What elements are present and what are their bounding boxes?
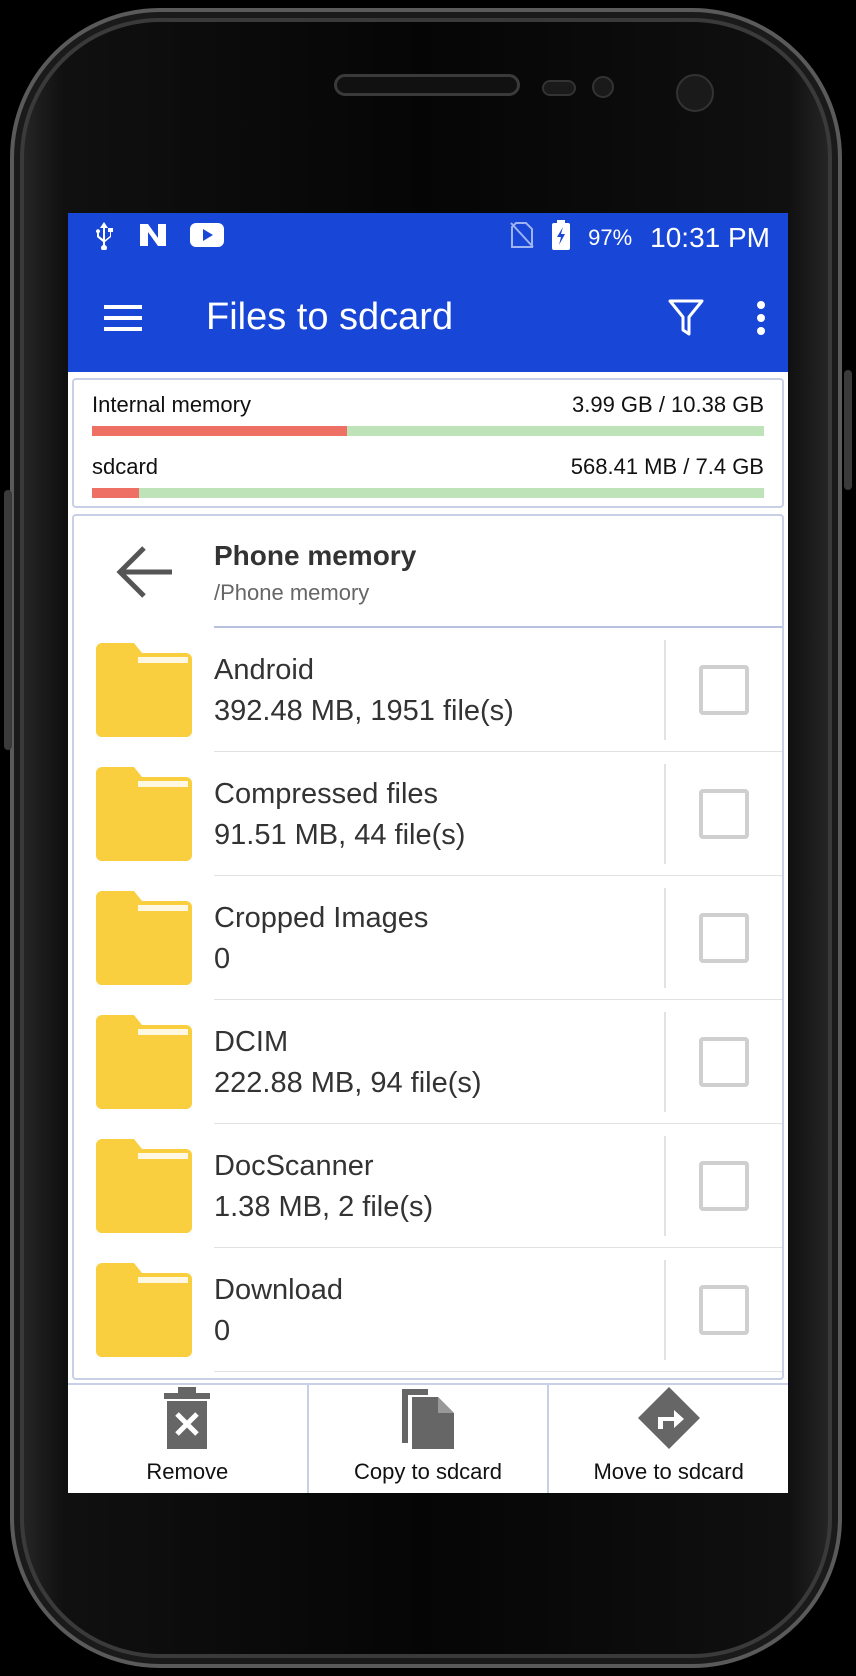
filter-icon[interactable]: [668, 298, 704, 338]
usb-icon: [92, 220, 116, 256]
trash-icon: [164, 1387, 211, 1449]
folder-row[interactable]: DocScanner 1.38 MB, 2 file(s): [74, 1124, 782, 1248]
folder-info: DocScanner 1.38 MB, 2 file(s): [214, 1124, 782, 1248]
folder-row[interactable]: DCIM 222.88 MB, 94 file(s): [74, 1000, 782, 1124]
select-checkbox[interactable]: [699, 1036, 749, 1087]
battery-level: 97%: [588, 225, 633, 250]
app-bar: Files to sdcard: [68, 263, 788, 372]
select-cell: [664, 1259, 782, 1360]
move-direction-icon: [637, 1387, 700, 1449]
folder-details: 91.51 MB, 44 file(s): [214, 818, 466, 851]
folder-info: DCIM 222.88 MB, 94 file(s): [214, 1000, 782, 1124]
internal-memory-label: Internal memory: [92, 392, 251, 417]
folder-icon: [74, 1124, 214, 1248]
folder-row[interactable]: Cropped Images 0: [74, 876, 782, 1000]
back-button[interactable]: [74, 544, 214, 600]
volume-button: [4, 490, 12, 750]
folder-info: Download 0: [214, 1248, 782, 1372]
action-bar: Remove Copy to sdcard Move to sdcard: [68, 1383, 788, 1493]
youtube-icon: [190, 223, 224, 253]
folder-icon: [74, 628, 214, 752]
screen: 97% 10:31 PM Files to sdcard Internal me…: [68, 213, 788, 1493]
folder-details: 222.88 MB, 94 file(s): [214, 1066, 482, 1099]
no-sim-icon: [510, 221, 534, 255]
select-cell: [664, 1135, 782, 1236]
sdcard-label: sdcard: [92, 454, 159, 479]
clock: 10:31 PM: [650, 222, 770, 253]
folder-name: Android: [214, 653, 314, 686]
remove-button[interactable]: Remove: [68, 1385, 309, 1493]
sdcard-row: sdcard 568.41 MB / 7.4 GB: [92, 454, 764, 480]
folder-name: Compressed files: [214, 777, 439, 810]
location-path: /Phone memory: [214, 580, 370, 605]
folder-row[interactable]: Android 392.48 MB, 1951 file(s): [74, 628, 782, 752]
select-cell: [664, 639, 782, 740]
sdcard-used-fill: [92, 488, 140, 498]
location-info: Phone memory /Phone memory: [214, 516, 782, 628]
front-camera: [676, 74, 714, 112]
n-notification-icon: [138, 222, 168, 254]
file-list-card: Phone memory /Phone memory Android 392.48…: [72, 514, 784, 1380]
internal-memory-value: 3.99 GB / 10.38 GB: [571, 392, 764, 417]
folder-icon: [74, 1000, 214, 1124]
copy-to-sdcard-button[interactable]: Copy to sdcard: [309, 1385, 550, 1493]
folder-info: Android 392.48 MB, 1951 file(s): [214, 628, 782, 752]
arrow-left-icon: [116, 546, 172, 598]
battery-charging-icon: [552, 220, 571, 256]
folder-details: 392.48 MB, 1951 file(s): [214, 694, 514, 727]
proximity-sensor: [542, 80, 576, 96]
folder-name: Download: [214, 1273, 343, 1306]
folder-name: Cropped Images: [214, 901, 429, 934]
folder-icon: [74, 1248, 214, 1372]
select-checkbox[interactable]: [699, 1284, 749, 1335]
folder-info: Cropped Images 0: [214, 876, 782, 1000]
folder-details: 0: [214, 942, 231, 975]
select-cell: [664, 763, 782, 864]
select-cell: [664, 1011, 782, 1112]
internal-memory-row: Internal memory 3.99 GB / 10.38 GB: [92, 392, 764, 418]
folder-icon: [74, 752, 214, 876]
location-title: Phone memory: [214, 540, 417, 571]
folder-name: DCIM: [214, 1025, 289, 1058]
memory-usage-card: Internal memory 3.99 GB / 10.38 GB sdcar…: [72, 378, 784, 508]
folder-details: 0: [214, 1314, 231, 1347]
sdcard-bar: [92, 488, 764, 498]
folder-row[interactable]: Download 0: [74, 1248, 782, 1372]
copy-label: Copy to sdcard: [354, 1459, 502, 1484]
select-checkbox[interactable]: [699, 788, 749, 839]
folder-row[interactable]: Compressed files 91.51 MB, 44 file(s): [74, 752, 782, 876]
select-cell: [664, 887, 782, 988]
folder-name: DocScanner: [214, 1149, 374, 1182]
sdcard-value: 568.41 MB / 7.4 GB: [570, 454, 764, 479]
menu-icon[interactable]: [104, 303, 144, 333]
light-sensor: [592, 76, 614, 98]
move-to-sdcard-button[interactable]: Move to sdcard: [549, 1385, 788, 1493]
folder-details: 1.38 MB, 2 file(s): [214, 1190, 434, 1223]
copy-file-icon: [402, 1389, 454, 1449]
power-button: [844, 370, 852, 490]
earpiece-speaker: [334, 74, 520, 96]
internal-memory-bar: [92, 426, 764, 436]
folder-info: Compressed files 91.51 MB, 44 file(s): [214, 752, 782, 876]
internal-memory-used-fill: [92, 426, 348, 436]
select-checkbox[interactable]: [699, 912, 749, 963]
select-checkbox[interactable]: [699, 1160, 749, 1211]
app-title: Files to sdcard: [206, 296, 454, 338]
status-bar: 97% 10:31 PM: [68, 213, 788, 263]
select-checkbox[interactable]: [699, 664, 749, 715]
location-header: Phone memory /Phone memory: [74, 516, 782, 628]
folder-icon: [74, 876, 214, 1000]
move-label: Move to sdcard: [593, 1459, 744, 1484]
more-options-icon[interactable]: [756, 300, 766, 336]
remove-label: Remove: [146, 1459, 229, 1484]
